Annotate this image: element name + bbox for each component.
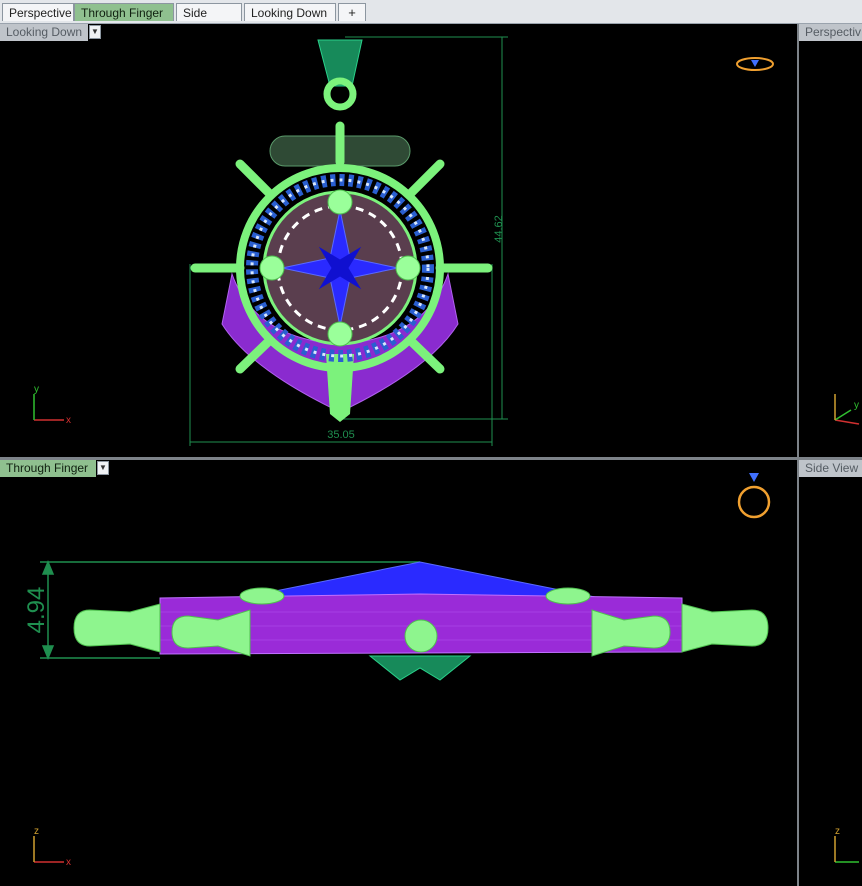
axis-indicator-icon: y xyxy=(834,394,860,425)
star-profile xyxy=(239,561,601,599)
axis-indicator-icon: z xyxy=(834,826,859,863)
viewport-label-looking-down[interactable]: Looking Down xyxy=(0,24,88,41)
bail-profile xyxy=(368,655,472,681)
viewport-looking-down[interactable]: 44.62 35.05 x y Looking Down ▼ xyxy=(0,24,797,457)
ring-orientation-icon[interactable] xyxy=(736,57,774,71)
height-dimension-label: 44.62 xyxy=(493,215,505,243)
tab-side-view[interactable]: Side View xyxy=(176,3,242,38)
viewport-label-side-view[interactable]: Side View xyxy=(799,460,862,477)
axis-indicator-icon: x z xyxy=(33,826,71,868)
svg-text:y: y xyxy=(854,400,859,411)
ring-orientation-icon[interactable] xyxy=(737,473,771,519)
viewport-label-perspective[interactable]: Perspectiv xyxy=(799,24,862,41)
tab-through-finger[interactable]: Through Finger xyxy=(74,3,174,21)
axis-indicator-icon: x y xyxy=(33,384,71,426)
svg-text:x: x xyxy=(66,857,71,868)
svg-text:x: x xyxy=(66,415,71,426)
add-tab-button[interactable]: + xyxy=(338,3,366,21)
tab-perspective[interactable]: Perspective xyxy=(2,3,74,21)
dropdown-arrow-icon[interactable]: ▼ xyxy=(97,461,109,475)
viewport-label-through-finger[interactable]: Through Finger xyxy=(0,460,96,477)
svg-text:z: z xyxy=(835,826,840,837)
width-dimension-label: 35.05 xyxy=(327,429,355,441)
viewport-through-finger[interactable]: 4.94 x z Through Finger ▼ xyxy=(0,460,797,886)
svg-text:z: z xyxy=(34,826,39,837)
tab-looking-down[interactable]: Looking Down xyxy=(244,3,336,21)
thickness-dimension-label: 4.94 xyxy=(23,587,50,634)
svg-text:y: y xyxy=(34,384,39,395)
viewport-perspective[interactable]: y Perspectiv xyxy=(799,24,862,457)
viewport-side-view[interactable]: z Side View xyxy=(799,460,862,886)
viewport-tab-bar: Perspective Through Finger Side View Loo… xyxy=(0,0,862,38)
dropdown-arrow-icon[interactable]: ▼ xyxy=(89,25,101,39)
through-finger-scene: 4.94 x z xyxy=(23,473,771,868)
looking-down-scene: 44.62 35.05 x y xyxy=(33,36,774,446)
plus-icon: + xyxy=(348,5,356,20)
